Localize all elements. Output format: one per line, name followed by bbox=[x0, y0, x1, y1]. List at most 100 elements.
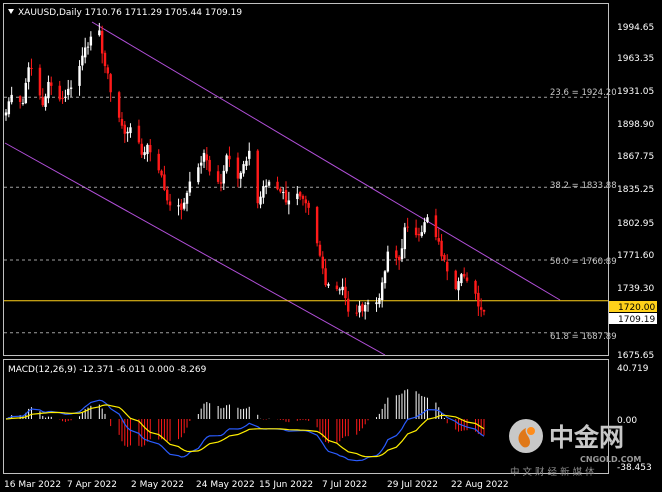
candle[interactable] bbox=[327, 282, 330, 288]
candle[interactable] bbox=[180, 199, 183, 220]
channel-lower-line[interactable] bbox=[4, 142, 386, 356]
candle[interactable] bbox=[239, 171, 242, 188]
candle[interactable] bbox=[216, 165, 220, 185]
candle[interactable] bbox=[168, 193, 172, 211]
candle[interactable] bbox=[335, 281, 339, 292]
candle[interactable] bbox=[100, 25, 104, 64]
candle[interactable] bbox=[264, 179, 268, 195]
channel-upper-line[interactable] bbox=[91, 21, 561, 301]
candle[interactable] bbox=[298, 190, 302, 201]
candle[interactable] bbox=[120, 112, 124, 129]
candle[interactable] bbox=[363, 302, 367, 320]
candle[interactable] bbox=[50, 76, 53, 95]
candle[interactable] bbox=[358, 300, 361, 318]
candle[interactable] bbox=[208, 155, 211, 176]
candle[interactable] bbox=[400, 238, 404, 263]
candle[interactable] bbox=[146, 143, 149, 162]
candle[interactable] bbox=[341, 278, 344, 296]
candle[interactable] bbox=[143, 146, 146, 160]
candle[interactable] bbox=[27, 62, 30, 90]
signal-line[interactable] bbox=[5, 404, 485, 458]
candle[interactable] bbox=[474, 279, 477, 300]
candle[interactable] bbox=[284, 181, 288, 205]
chart-window[interactable]: 23.6 = 1924.20 38.2 = 1833.88 50.0 = 176… bbox=[0, 0, 662, 492]
candle[interactable] bbox=[177, 198, 180, 216]
candle[interactable] bbox=[197, 163, 200, 185]
candle[interactable] bbox=[69, 80, 73, 97]
candle[interactable] bbox=[296, 185, 299, 206]
candle[interactable] bbox=[163, 165, 166, 192]
candle[interactable] bbox=[465, 272, 469, 283]
candle[interactable] bbox=[228, 146, 231, 168]
candle[interactable] bbox=[406, 217, 409, 232]
candle[interactable] bbox=[81, 47, 84, 71]
candle[interactable] bbox=[38, 64, 42, 100]
candle[interactable] bbox=[109, 72, 112, 102]
candle[interactable] bbox=[149, 139, 152, 162]
candle[interactable] bbox=[304, 195, 308, 213]
candle[interactable] bbox=[437, 228, 440, 245]
candle[interactable] bbox=[414, 219, 418, 238]
candle[interactable] bbox=[18, 95, 22, 109]
candle[interactable] bbox=[41, 88, 44, 107]
candle[interactable] bbox=[86, 42, 90, 55]
candle[interactable] bbox=[222, 165, 226, 190]
candle[interactable] bbox=[30, 58, 33, 76]
candle[interactable] bbox=[383, 270, 387, 289]
candle[interactable] bbox=[103, 50, 107, 74]
candle[interactable] bbox=[182, 197, 186, 211]
macd-line[interactable] bbox=[5, 399, 485, 462]
candle[interactable] bbox=[126, 127, 129, 142]
candle[interactable] bbox=[4, 108, 8, 121]
candle[interactable] bbox=[117, 90, 121, 123]
candle[interactable] bbox=[205, 147, 209, 170]
candle[interactable] bbox=[140, 138, 143, 158]
candle[interactable] bbox=[219, 173, 223, 192]
candle[interactable] bbox=[47, 75, 50, 104]
date-axis[interactable]: 16 Mar 2022 7 Apr 2022 2 May 2022 24 May… bbox=[4, 480, 509, 490]
candle[interactable] bbox=[457, 277, 460, 301]
candle[interactable] bbox=[460, 272, 463, 287]
candle[interactable] bbox=[434, 208, 438, 241]
candle[interactable] bbox=[287, 191, 291, 215]
candle[interactable] bbox=[58, 80, 61, 102]
candle[interactable] bbox=[446, 254, 449, 281]
candle[interactable] bbox=[188, 171, 192, 197]
candle[interactable] bbox=[202, 149, 206, 169]
candle[interactable] bbox=[440, 234, 443, 261]
candle[interactable] bbox=[355, 304, 358, 317]
candle[interactable] bbox=[61, 90, 64, 104]
candle[interactable] bbox=[137, 119, 141, 145]
candle[interactable] bbox=[403, 222, 407, 259]
candle[interactable] bbox=[123, 120, 127, 143]
candle[interactable] bbox=[462, 267, 466, 279]
candle[interactable] bbox=[166, 186, 169, 205]
candle[interactable] bbox=[7, 97, 11, 118]
candle[interactable] bbox=[259, 191, 262, 209]
candle[interactable] bbox=[44, 93, 47, 111]
candle[interactable] bbox=[276, 176, 279, 191]
candle[interactable] bbox=[477, 285, 480, 316]
candle[interactable] bbox=[395, 245, 398, 266]
candle[interactable] bbox=[315, 205, 319, 247]
candle[interactable] bbox=[10, 86, 13, 105]
candle[interactable] bbox=[397, 255, 401, 270]
candle[interactable] bbox=[267, 179, 271, 187]
candle[interactable] bbox=[454, 269, 457, 291]
candle[interactable] bbox=[157, 149, 160, 174]
candle[interactable] bbox=[83, 37, 87, 64]
candle[interactable] bbox=[420, 225, 423, 238]
candle[interactable] bbox=[160, 169, 163, 178]
candle[interactable] bbox=[366, 299, 370, 312]
candle[interactable] bbox=[375, 297, 378, 312]
candle[interactable] bbox=[347, 291, 350, 317]
candle[interactable] bbox=[417, 227, 421, 242]
candle[interactable] bbox=[89, 31, 93, 51]
candle[interactable] bbox=[307, 200, 310, 215]
candle[interactable] bbox=[378, 293, 381, 308]
candle[interactable] bbox=[279, 186, 282, 194]
candle[interactable] bbox=[248, 142, 251, 166]
candle[interactable] bbox=[482, 309, 486, 316]
candle[interactable] bbox=[225, 153, 228, 174]
symbol-dropdown-icon[interactable] bbox=[8, 9, 14, 14]
